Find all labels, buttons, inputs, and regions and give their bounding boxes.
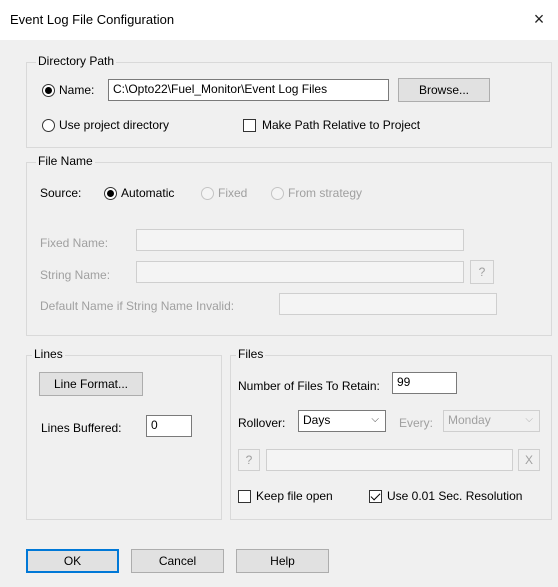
make-path-relative-checkbox[interactable]	[243, 119, 256, 132]
default-name-label: Default Name if String Name Invalid:	[40, 299, 235, 313]
chevron-down-icon: ⌵	[371, 414, 379, 425]
window-title: Event Log File Configuration	[10, 12, 175, 27]
files-legend: Files	[236, 347, 266, 361]
source-label: Source:	[40, 186, 82, 200]
file-path-help-button[interactable]: ?	[238, 449, 260, 471]
title-bar: Event Log File Configuration ×	[0, 0, 558, 40]
keep-file-open-label: Keep file open	[256, 489, 333, 503]
use-project-directory-label: Use project directory	[59, 118, 170, 132]
source-from-strategy-label: From strategy	[288, 186, 363, 200]
files-to-retain-field[interactable]: 99	[392, 372, 457, 394]
rollover-label: Rollover:	[238, 416, 286, 430]
source-fixed-radio[interactable]	[201, 187, 214, 200]
event-log-dialog: Event Log File Configuration × Directory…	[0, 0, 558, 587]
lines-buffered-label: Lines Buffered:	[41, 421, 122, 435]
source-automatic-radio[interactable]	[104, 187, 117, 200]
fixed-name-label: Fixed Name:	[40, 236, 109, 250]
line-format-button[interactable]: Line Format...	[39, 372, 143, 396]
string-name-field[interactable]	[136, 261, 464, 283]
name-radio-label: Name:	[59, 83, 95, 97]
every-select[interactable]: Monday ⌵	[443, 410, 540, 432]
make-path-relative-label: Make Path Relative to Project	[262, 118, 421, 132]
chevron-down-icon: ⌵	[525, 414, 533, 425]
resolution-label: Use 0.01 Sec. Resolution	[387, 489, 523, 503]
default-name-field[interactable]	[279, 293, 497, 315]
clear-path-button[interactable]: X	[518, 449, 540, 471]
close-icon[interactable]: ×	[528, 9, 550, 31]
directory-path-legend: Directory Path	[36, 54, 117, 68]
source-fixed-label: Fixed	[218, 186, 248, 200]
file-name-legend: File Name	[36, 154, 95, 168]
rollover-select-value: Days	[303, 413, 331, 427]
browse-button[interactable]: Browse...	[398, 78, 490, 102]
every-label: Every:	[399, 416, 434, 430]
keep-file-open-checkbox[interactable]	[238, 490, 251, 503]
name-radio[interactable]	[42, 84, 55, 97]
cancel-button[interactable]: Cancel	[131, 549, 224, 573]
string-name-help-button[interactable]: ?	[470, 260, 494, 284]
lines-buffered-field[interactable]: 0	[146, 415, 192, 437]
directory-path-group	[26, 62, 552, 148]
lines-legend: Lines	[32, 347, 65, 361]
source-automatic-label: Automatic	[121, 186, 175, 200]
file-path-field[interactable]	[266, 449, 513, 471]
directory-name-field[interactable]: C:\Opto22\Fuel_Monitor\Event Log Files	[108, 79, 389, 101]
rollover-select[interactable]: Days ⌵	[298, 410, 386, 432]
resolution-checkbox[interactable]	[369, 490, 382, 503]
string-name-label: String Name:	[40, 268, 111, 282]
ok-button[interactable]: OK	[26, 549, 119, 573]
source-from-strategy-radio[interactable]	[271, 187, 284, 200]
help-button[interactable]: Help	[236, 549, 329, 573]
use-project-directory-radio[interactable]	[42, 119, 55, 132]
fixed-name-field[interactable]	[136, 229, 464, 251]
every-select-value: Monday	[448, 413, 491, 427]
retain-label: Number of Files To Retain:	[238, 379, 380, 393]
